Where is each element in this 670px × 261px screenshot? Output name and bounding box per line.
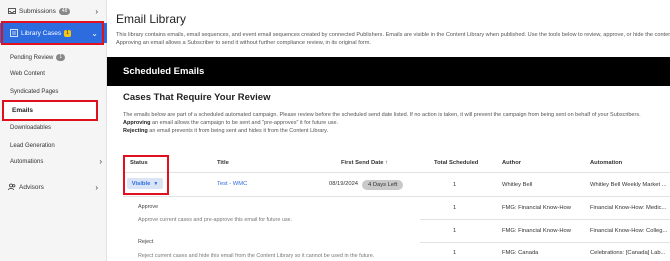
sidebar-item-submissions[interactable]: Submissions 48 › bbox=[0, 4, 107, 18]
author: Whitley Bell bbox=[502, 182, 533, 188]
divider bbox=[420, 219, 670, 220]
divider bbox=[123, 172, 670, 173]
sidebar-item-library-cases[interactable]: Library Cases 1 ⌄ bbox=[0, 23, 107, 43]
sidebar-item-emails[interactable]: Emails bbox=[2, 100, 98, 121]
reject-bold: Rejecting bbox=[123, 128, 148, 134]
col-author[interactable]: Author bbox=[502, 160, 521, 166]
sidebar-item-label: Emails bbox=[12, 107, 33, 114]
approve-description: Approve current cases and pre-approve th… bbox=[138, 217, 293, 223]
sidebar-item-syndicated-pages[interactable]: Syndicated Pages bbox=[10, 89, 58, 95]
col-total[interactable]: Total Scheduled bbox=[434, 160, 478, 166]
sidebar: Submissions 48 › Library Cases 1 ⌄ Pendi… bbox=[0, 0, 107, 261]
page-description: This library contains emails, email sequ… bbox=[116, 32, 670, 46]
reject-description: Reject current cases and hide this email… bbox=[138, 253, 375, 259]
email-title-link[interactable]: Test - WMC bbox=[217, 181, 247, 187]
sidebar-item-web-content[interactable]: Web Content bbox=[10, 71, 45, 77]
sidebar-item-downloadables[interactable]: Downloadables bbox=[10, 125, 51, 131]
automation: Celebrations: [Canada] Lab... bbox=[590, 250, 666, 256]
reject-rest: an email prevents it from being sent and… bbox=[147, 128, 329, 134]
total-scheduled: 1 bbox=[453, 228, 457, 234]
count-badge: 48 bbox=[58, 7, 71, 15]
approve-note: Approving an email allows the campaign t… bbox=[123, 119, 670, 127]
sidebar-item-lead-generation[interactable]: Lead Generation bbox=[10, 143, 55, 149]
author: FMG: Financial Know-How bbox=[502, 228, 571, 234]
cases-description: The emails below are part of a scheduled… bbox=[123, 111, 670, 135]
approve-option[interactable]: Approve bbox=[138, 204, 158, 210]
total-scheduled: 1 bbox=[453, 182, 457, 188]
cases-title: Cases That Require Your Review bbox=[123, 92, 271, 103]
sidebar-item-advisors[interactable]: Advisors › bbox=[0, 181, 107, 193]
divider bbox=[123, 196, 670, 197]
total-scheduled: 1 bbox=[453, 250, 457, 256]
chevron-right-icon: › bbox=[99, 157, 102, 166]
automation: Whitley Bell Weekly Market ... bbox=[590, 182, 667, 188]
col-automation[interactable]: Automation bbox=[590, 160, 622, 166]
reject-option[interactable]: Reject bbox=[138, 239, 153, 245]
automation: Financial Know-How: Medic... bbox=[590, 205, 667, 211]
sort-asc-icon: ↑ bbox=[385, 160, 389, 166]
library-icon bbox=[9, 29, 18, 38]
chevron-right-icon: › bbox=[95, 182, 98, 192]
approve-rest: an email allows the campaign to be sent … bbox=[150, 120, 339, 126]
days-left-badge: 4 Days Left bbox=[362, 180, 404, 190]
col-title[interactable]: Title bbox=[217, 160, 229, 166]
table-header: Status Title First Send Date ↑ Total Sch… bbox=[130, 160, 670, 170]
section-title: Scheduled Emails bbox=[123, 66, 205, 77]
inbox-icon bbox=[7, 7, 16, 16]
count-badge: 1 bbox=[56, 54, 66, 61]
page-title: Email Library bbox=[116, 12, 187, 26]
cases-desc-text: The emails below are part of a scheduled… bbox=[123, 112, 641, 118]
automation: Financial Know-How: Colleg... bbox=[590, 228, 668, 234]
author: FMG: Canada bbox=[502, 250, 539, 256]
sidebar-item-label: Submissions bbox=[19, 7, 56, 15]
section-bar: Scheduled Emails bbox=[107, 57, 670, 86]
sidebar-item-automations[interactable]: Automations › bbox=[10, 157, 102, 166]
sidebar-item-label: Automations bbox=[10, 159, 44, 165]
sidebar-item-label: Library Cases bbox=[21, 29, 62, 37]
chevron-right-icon: › bbox=[95, 6, 98, 16]
reject-note: Rejecting an email prevents it from bein… bbox=[123, 127, 670, 135]
col-send-date-label: First Send Date bbox=[341, 160, 384, 166]
sidebar-item-pending-review[interactable]: Pending Review 1 bbox=[10, 54, 66, 61]
count-badge: 1 bbox=[64, 29, 71, 37]
total-scheduled: 1 bbox=[453, 205, 457, 211]
users-icon bbox=[7, 183, 16, 192]
author: FMG: Financial Know-How bbox=[502, 205, 571, 211]
approve-bold: Approving bbox=[123, 120, 151, 126]
send-date: 08/19/2024 bbox=[329, 181, 359, 187]
highlight-box bbox=[123, 155, 169, 195]
divider bbox=[420, 242, 670, 243]
sidebar-item-label: Advisors bbox=[19, 183, 44, 191]
chevron-down-icon: ⌄ bbox=[91, 28, 98, 38]
col-send-date[interactable]: First Send Date ↑ bbox=[341, 160, 388, 166]
sidebar-item-label: Pending Review bbox=[10, 54, 54, 61]
